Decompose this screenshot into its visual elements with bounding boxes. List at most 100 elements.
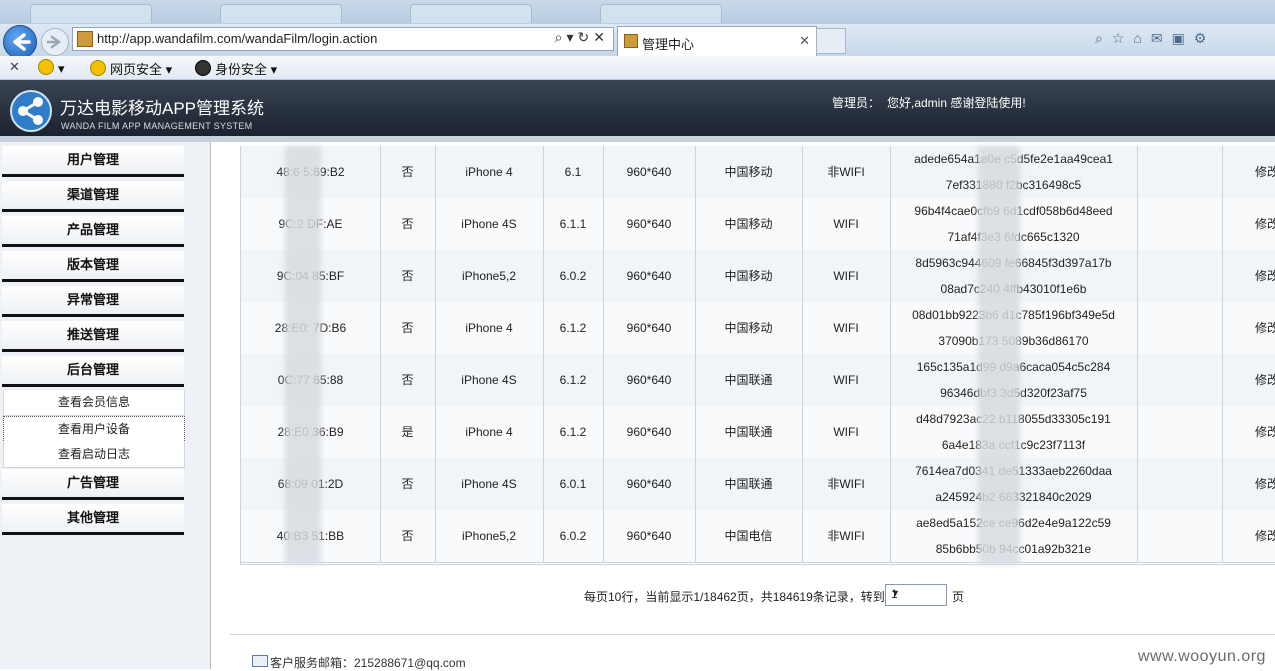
check-menu[interactable]: ▾ — [38, 59, 65, 77]
model-cell: iPhone5,2 — [435, 250, 544, 302]
footer-divider — [230, 634, 1275, 635]
device-table: 48:6 5:69:B2否iPhone 46.1960*640中国移动非WIFI… — [240, 146, 1275, 565]
network-cell: 非WIFI — [802, 510, 891, 562]
model-cell: iPhone5,2 — [435, 510, 544, 562]
table-row: 9C:04 85:BF否iPhone5,26.0.2960*640中国移动WIF… — [241, 250, 1275, 303]
empty-cell — [1137, 198, 1223, 250]
os-cell: 6.1.1 — [543, 198, 604, 250]
resolution-cell: 960*640 — [603, 458, 696, 510]
flag-cell: 否 — [380, 302, 436, 354]
share-logo-icon — [10, 90, 52, 132]
admin-label: 管理员： — [832, 96, 881, 110]
carrier-cell: 中国移动 — [695, 198, 803, 250]
page-select[interactable]: 1 ▼ — [885, 584, 947, 606]
empty-cell — [1137, 406, 1223, 458]
page-icon — [77, 31, 93, 47]
edit-link[interactable]: 修改 — [1222, 302, 1275, 354]
close-icon[interactable]: ✕ — [9, 59, 20, 75]
identity-icon — [195, 60, 211, 76]
os-cell: 6.1 — [543, 146, 604, 198]
forward-button[interactable] — [41, 28, 69, 56]
identity-security-label: 身份安全 — [215, 62, 268, 77]
background-tab[interactable] — [410, 4, 532, 23]
chevron-down-icon: ▼ — [891, 588, 900, 598]
address-tools-icon[interactable]: ⌕▾↻✕ — [555, 29, 609, 46]
resolution-cell: 960*640 — [603, 250, 696, 302]
submenu-startup-log[interactable]: 查看启动日志 — [3, 442, 185, 468]
empty-cell — [1137, 250, 1223, 302]
os-cell: 6.0.2 — [543, 510, 604, 562]
active-tab[interactable]: 管理中心 ✕ — [617, 26, 817, 57]
edit-link[interactable]: 修改 — [1222, 510, 1275, 562]
edit-link[interactable]: 修改 — [1222, 406, 1275, 458]
toolbar-icons[interactable]: ⌕☆⌂✉▣⚙ — [1095, 30, 1275, 52]
shield-check-icon — [90, 60, 106, 76]
network-cell: 非WIFI — [802, 458, 891, 510]
sidebar-item-exception[interactable]: 异常管理 — [2, 286, 184, 317]
watermark: www.wooyun.org — [1138, 648, 1266, 665]
flag-cell: 否 — [380, 354, 436, 406]
back-button[interactable] — [3, 25, 37, 59]
address-bar[interactable]: http://app.wandafilm.com/wandaFilm/login… — [72, 27, 614, 51]
edit-link[interactable]: 修改 — [1222, 458, 1275, 510]
carrier-cell: 中国移动 — [695, 250, 803, 302]
sidebar-item-user[interactable]: 用户管理 — [2, 146, 184, 177]
background-tab[interactable] — [600, 4, 722, 23]
redaction-blur — [285, 146, 321, 564]
edit-link[interactable]: 修改 — [1222, 198, 1275, 250]
carrier-cell: 中国联通 — [695, 354, 803, 406]
sidebar-item-push[interactable]: 推送管理 — [2, 321, 184, 352]
submenu-user-devices[interactable]: 查看用户设备 — [3, 416, 185, 443]
footer-email: 客户服务邮箱：215288671@qq.com — [270, 656, 466, 670]
empty-cell — [1137, 354, 1223, 406]
table-row: 40:B3 51:BB否iPhone5,26.0.2960*640中国电信非WI… — [241, 510, 1275, 563]
welcome-text: 您好,admin 感谢登陆使用! — [887, 96, 1026, 110]
os-cell: 6.1.2 — [543, 354, 604, 406]
active-tab-title: 管理中心 — [642, 37, 695, 52]
table-row: 68:09 01:2D否iPhone 4S6.0.1960*640中国联通非WI… — [241, 458, 1275, 511]
table-row: 28:E0 36:B9是iPhone 46.1.2960*640中国联通WIFI… — [241, 406, 1275, 459]
new-tab-button[interactable] — [816, 28, 846, 54]
carrier-cell: 中国电信 — [695, 510, 803, 562]
model-cell: iPhone 4S — [435, 458, 544, 510]
sidebar-item-product[interactable]: 产品管理 — [2, 216, 184, 247]
close-tab-icon[interactable]: ✕ — [799, 33, 810, 49]
edit-link[interactable]: 修改 — [1222, 250, 1275, 302]
carrier-cell: 中国移动 — [695, 146, 803, 198]
identity-security-menu[interactable]: 身份安全 ▾ — [195, 59, 277, 78]
background-tab[interactable] — [220, 4, 342, 23]
edit-link[interactable]: 修改 — [1222, 146, 1275, 198]
page-icon — [624, 34, 638, 48]
submenu-member-info[interactable]: 查看会员信息 — [3, 390, 185, 416]
browser-tab-strip — [0, 0, 1275, 24]
sidebar-item-backend[interactable]: 后台管理 — [2, 356, 184, 387]
web-security-menu[interactable]: 网页安全 ▾ — [90, 59, 172, 78]
page-suffix: 页 — [952, 590, 965, 604]
model-cell: iPhone 4 — [435, 146, 544, 198]
carrier-cell: 中国移动 — [695, 302, 803, 354]
sidebar-item-version[interactable]: 版本管理 — [2, 251, 184, 282]
os-cell: 6.1.2 — [543, 406, 604, 458]
pagination-info: 每页10行，当前显示1/18462页，共184619条记录，转到 — [584, 590, 885, 604]
sidebar-item-ads[interactable]: 广告管理 — [2, 469, 184, 500]
arrow-right-icon — [46, 35, 62, 49]
sidebar-item-channel[interactable]: 渠道管理 — [2, 181, 184, 212]
edit-link[interactable]: 修改 — [1222, 354, 1275, 406]
network-cell: 非WIFI — [802, 146, 891, 198]
redaction-blur — [978, 146, 1020, 564]
model-cell: iPhone 4 — [435, 406, 544, 458]
resolution-cell: 960*640 — [603, 510, 696, 562]
network-cell: WIFI — [802, 354, 891, 406]
flag-cell: 否 — [380, 198, 436, 250]
sidebar-item-other[interactable]: 其他管理 — [2, 504, 184, 535]
url-text[interactable]: http://app.wandafilm.com/wandaFilm/login… — [97, 31, 377, 46]
flag-cell: 否 — [380, 146, 436, 198]
background-tab[interactable] — [30, 4, 152, 23]
app-subtitle: WANDA FILM APP MANAGEMENT SYSTEM — [61, 121, 253, 131]
model-cell: iPhone 4S — [435, 354, 544, 406]
model-cell: iPhone 4 — [435, 302, 544, 354]
network-cell: WIFI — [802, 406, 891, 458]
web-security-label: 网页安全 — [110, 62, 163, 77]
resolution-cell: 960*640 — [603, 406, 696, 458]
os-cell: 6.0.1 — [543, 458, 604, 510]
